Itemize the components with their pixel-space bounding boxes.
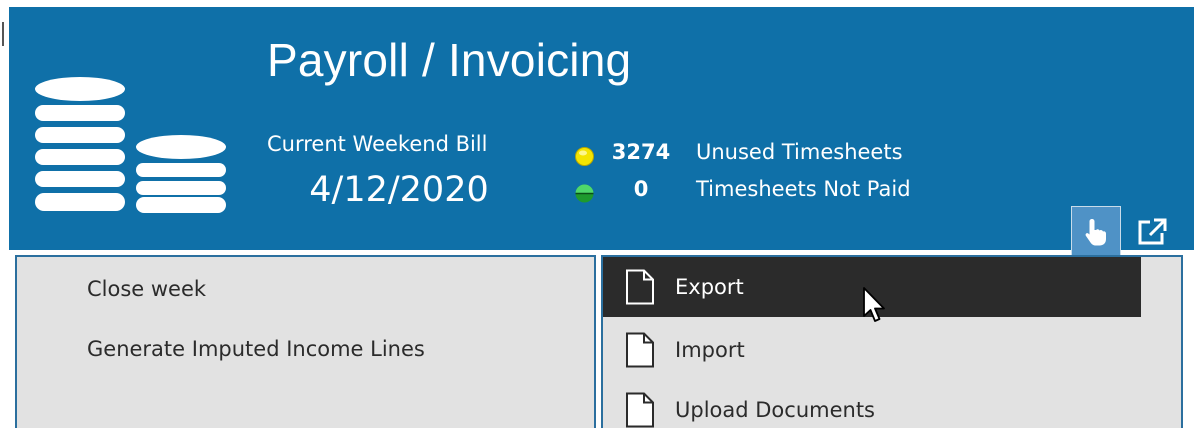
generate-imputed-income-lines-action[interactable]: Generate Imputed Income Lines (87, 337, 425, 361)
touch-hand-icon (1085, 219, 1106, 246)
touch-mode-button[interactable] (1071, 206, 1121, 257)
stat-unused-timesheets[interactable]: 3274 Unused Timesheets (575, 140, 995, 170)
stat-timesheets-not-paid[interactable]: 0 Timesheets Not Paid (575, 177, 995, 207)
left-action-panel: Close week Generate Imputed Income Lines (15, 255, 596, 428)
upload-documents-label: Upload Documents (675, 398, 875, 422)
stat-label: Timesheets Not Paid (696, 177, 911, 201)
stat-label: Unused Timesheets (696, 140, 903, 164)
window-edge (2, 22, 4, 46)
current-weekend-bill-label: Current Weekend Bill (267, 132, 488, 156)
import-label: Import (675, 338, 745, 362)
coins-stack-icon (35, 77, 226, 213)
current-weekend-bill-date: 4/12/2020 (309, 170, 489, 210)
right-action-panel: Export Import Upload Documents (601, 255, 1183, 428)
upload-documents-menu-item[interactable]: Upload Documents (603, 380, 1141, 440)
export-label: Export (675, 275, 744, 299)
popout-icon (1138, 218, 1167, 244)
page-title: Payroll / Invoicing (267, 34, 632, 86)
popout-button[interactable] (1127, 206, 1177, 257)
stat-count: 3274 (611, 140, 671, 164)
import-menu-item[interactable]: Import (603, 320, 1141, 380)
yellow-status-icon (575, 147, 594, 166)
document-icon (626, 269, 654, 305)
green-status-icon (575, 184, 594, 203)
module-header: Payroll / Invoicing Current Weekend Bill… (9, 7, 1194, 257)
close-week-action[interactable]: Close week (87, 277, 206, 301)
document-icon (626, 332, 654, 368)
stat-count: 0 (633, 177, 649, 201)
document-icon (626, 392, 654, 428)
mouse-pointer-icon (863, 287, 885, 322)
